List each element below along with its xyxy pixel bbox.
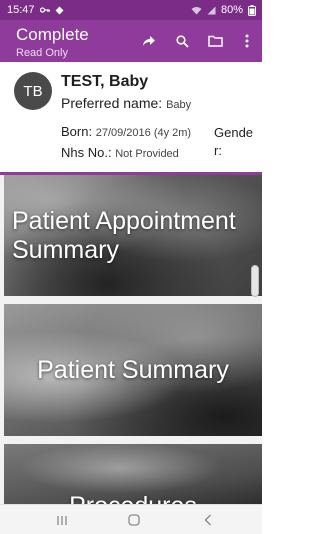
recents-icon xyxy=(57,515,67,525)
preferred-name-label: Preferred name: xyxy=(61,95,163,111)
more-options-button[interactable] xyxy=(237,31,257,51)
diamond-icon xyxy=(55,6,64,15)
battery-icon xyxy=(248,4,256,16)
more-vert-icon xyxy=(245,34,249,48)
nhs-value: Not Provided xyxy=(115,148,179,160)
card-patient-appointment-summary[interactable]: Patient Appointment Summary xyxy=(4,175,262,296)
status-time: 15:47 xyxy=(7,4,35,16)
nhs-label: Nhs No.: xyxy=(61,145,112,160)
recents-button[interactable] xyxy=(52,510,72,530)
key-icon xyxy=(39,6,50,14)
share-icon xyxy=(143,36,155,46)
home-button[interactable] xyxy=(124,510,144,530)
card-title: Patient Summary xyxy=(37,355,229,384)
home-icon xyxy=(128,514,140,526)
scrollbar-handle[interactable] xyxy=(251,265,259,297)
status-left: 15:47 xyxy=(7,4,64,16)
toolbar-title: Complete xyxy=(16,25,89,44)
preferred-name-value: Baby xyxy=(166,99,192,111)
folder-button[interactable] xyxy=(205,31,225,51)
patient-avatar: TB xyxy=(14,72,52,110)
status-bar: 15:47 80% xyxy=(0,0,262,20)
toolbar-subtitle: Read Only xyxy=(16,47,68,59)
card-title: Procedures xyxy=(4,492,262,504)
nhs-row: Nhs No.: Not Provided xyxy=(61,145,179,160)
search-button[interactable] xyxy=(172,31,192,51)
card-procedures[interactable]: Procedures xyxy=(4,444,262,504)
preferred-name-row: Preferred name: Baby xyxy=(61,95,191,111)
folder-icon xyxy=(207,35,223,47)
gender-label: Gender: xyxy=(214,125,254,158)
share-button[interactable] xyxy=(139,31,159,51)
battery-percentage: 80% xyxy=(220,4,243,16)
patient-name: TEST, Baby xyxy=(61,73,149,90)
wifi-icon xyxy=(191,6,202,15)
card-title: Patient Appointment Summary xyxy=(12,206,236,264)
system-nav-bar xyxy=(0,504,262,534)
app-screen: 15:47 80% Complete Read Only TB TEST, Ba… xyxy=(0,0,262,534)
back-button[interactable] xyxy=(198,510,218,530)
born-row: Born: 27/09/2016 (4y 2m) xyxy=(61,124,191,139)
born-label: Born: xyxy=(61,124,93,139)
back-icon xyxy=(204,514,211,526)
patient-header: TB TEST, Baby Preferred name: Baby Born:… xyxy=(0,62,262,172)
app-toolbar: Complete Read Only xyxy=(0,20,262,62)
card-patient-summary[interactable]: Patient Summary xyxy=(4,304,262,436)
search-icon xyxy=(175,34,189,48)
status-right: 80% xyxy=(191,4,256,16)
born-value: 27/09/2016 (4y 2m) xyxy=(95,127,192,139)
signal-icon xyxy=(207,6,216,15)
